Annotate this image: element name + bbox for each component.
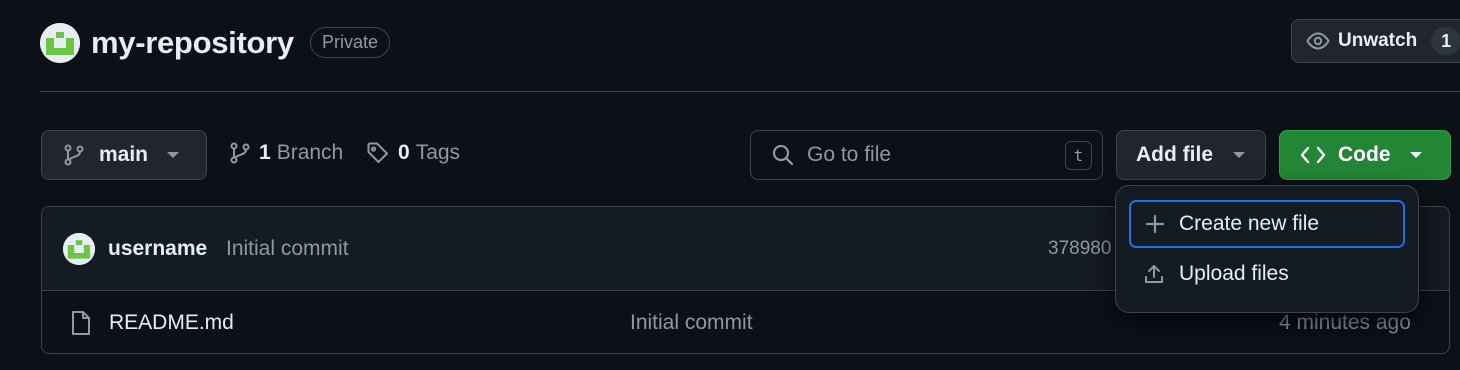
branch-count: 1 xyxy=(259,141,271,164)
search-icon xyxy=(771,143,795,167)
tag-count: 0 xyxy=(398,141,410,164)
file-commit-message[interactable]: Initial commit xyxy=(630,311,753,335)
menu-item-label: Create new file xyxy=(1179,212,1320,235)
keyboard-shortcut-hint: t xyxy=(1065,141,1092,170)
tag-icon xyxy=(366,141,390,165)
menu-item-label: Upload files xyxy=(1179,262,1289,285)
chevron-down-icon xyxy=(166,151,180,159)
commit-message[interactable]: Initial commit xyxy=(226,237,349,261)
code-icon xyxy=(1300,144,1326,166)
commit-author[interactable]: username xyxy=(108,237,207,261)
go-to-file-input[interactable] xyxy=(807,143,1057,167)
code-label: Code xyxy=(1338,143,1391,166)
tags-link[interactable]: 0 Tags xyxy=(366,141,460,165)
file-updated-time: 4 minutes ago xyxy=(1279,311,1411,334)
add-file-menu: Create new file Upload files xyxy=(1115,185,1419,313)
commit-hash[interactable]: 378980 xyxy=(1048,238,1111,260)
eye-icon xyxy=(1306,29,1330,53)
branch-name: main xyxy=(99,143,149,166)
chevron-down-icon xyxy=(1409,151,1423,159)
unwatch-button[interactable]: Unwatch 1 xyxy=(1291,19,1460,63)
watch-count-badge: 1 xyxy=(1431,27,1460,55)
file-name-link[interactable]: README.md xyxy=(109,311,234,335)
git-branch-icon xyxy=(229,142,251,164)
git-branch-icon xyxy=(63,144,85,166)
visibility-badge: Private xyxy=(310,27,391,58)
go-to-file-search[interactable] xyxy=(750,130,1103,180)
code-button[interactable]: Code xyxy=(1279,130,1451,180)
branches-link[interactable]: 1 Branch xyxy=(229,141,343,165)
add-file-button[interactable]: Add file xyxy=(1116,130,1266,180)
add-file-label: Add file xyxy=(1136,143,1213,166)
repo-owner-avatar[interactable] xyxy=(40,23,80,63)
tag-count-label: Tags xyxy=(415,141,461,164)
plus-icon xyxy=(1145,214,1165,234)
branch-count-label: Branch xyxy=(276,141,344,164)
unwatch-label: Unwatch xyxy=(1338,30,1418,51)
branch-selector-button[interactable]: main xyxy=(41,130,207,180)
header-divider xyxy=(40,91,1460,92)
file-icon xyxy=(70,310,92,336)
chevron-down-icon xyxy=(1232,151,1246,159)
author-avatar[interactable] xyxy=(63,233,95,265)
create-new-file-menu-item[interactable]: Create new file xyxy=(1129,200,1405,248)
upload-files-menu-item[interactable]: Upload files xyxy=(1129,250,1405,298)
upload-icon xyxy=(1143,263,1165,285)
repo-name[interactable]: my-repository xyxy=(91,26,294,60)
